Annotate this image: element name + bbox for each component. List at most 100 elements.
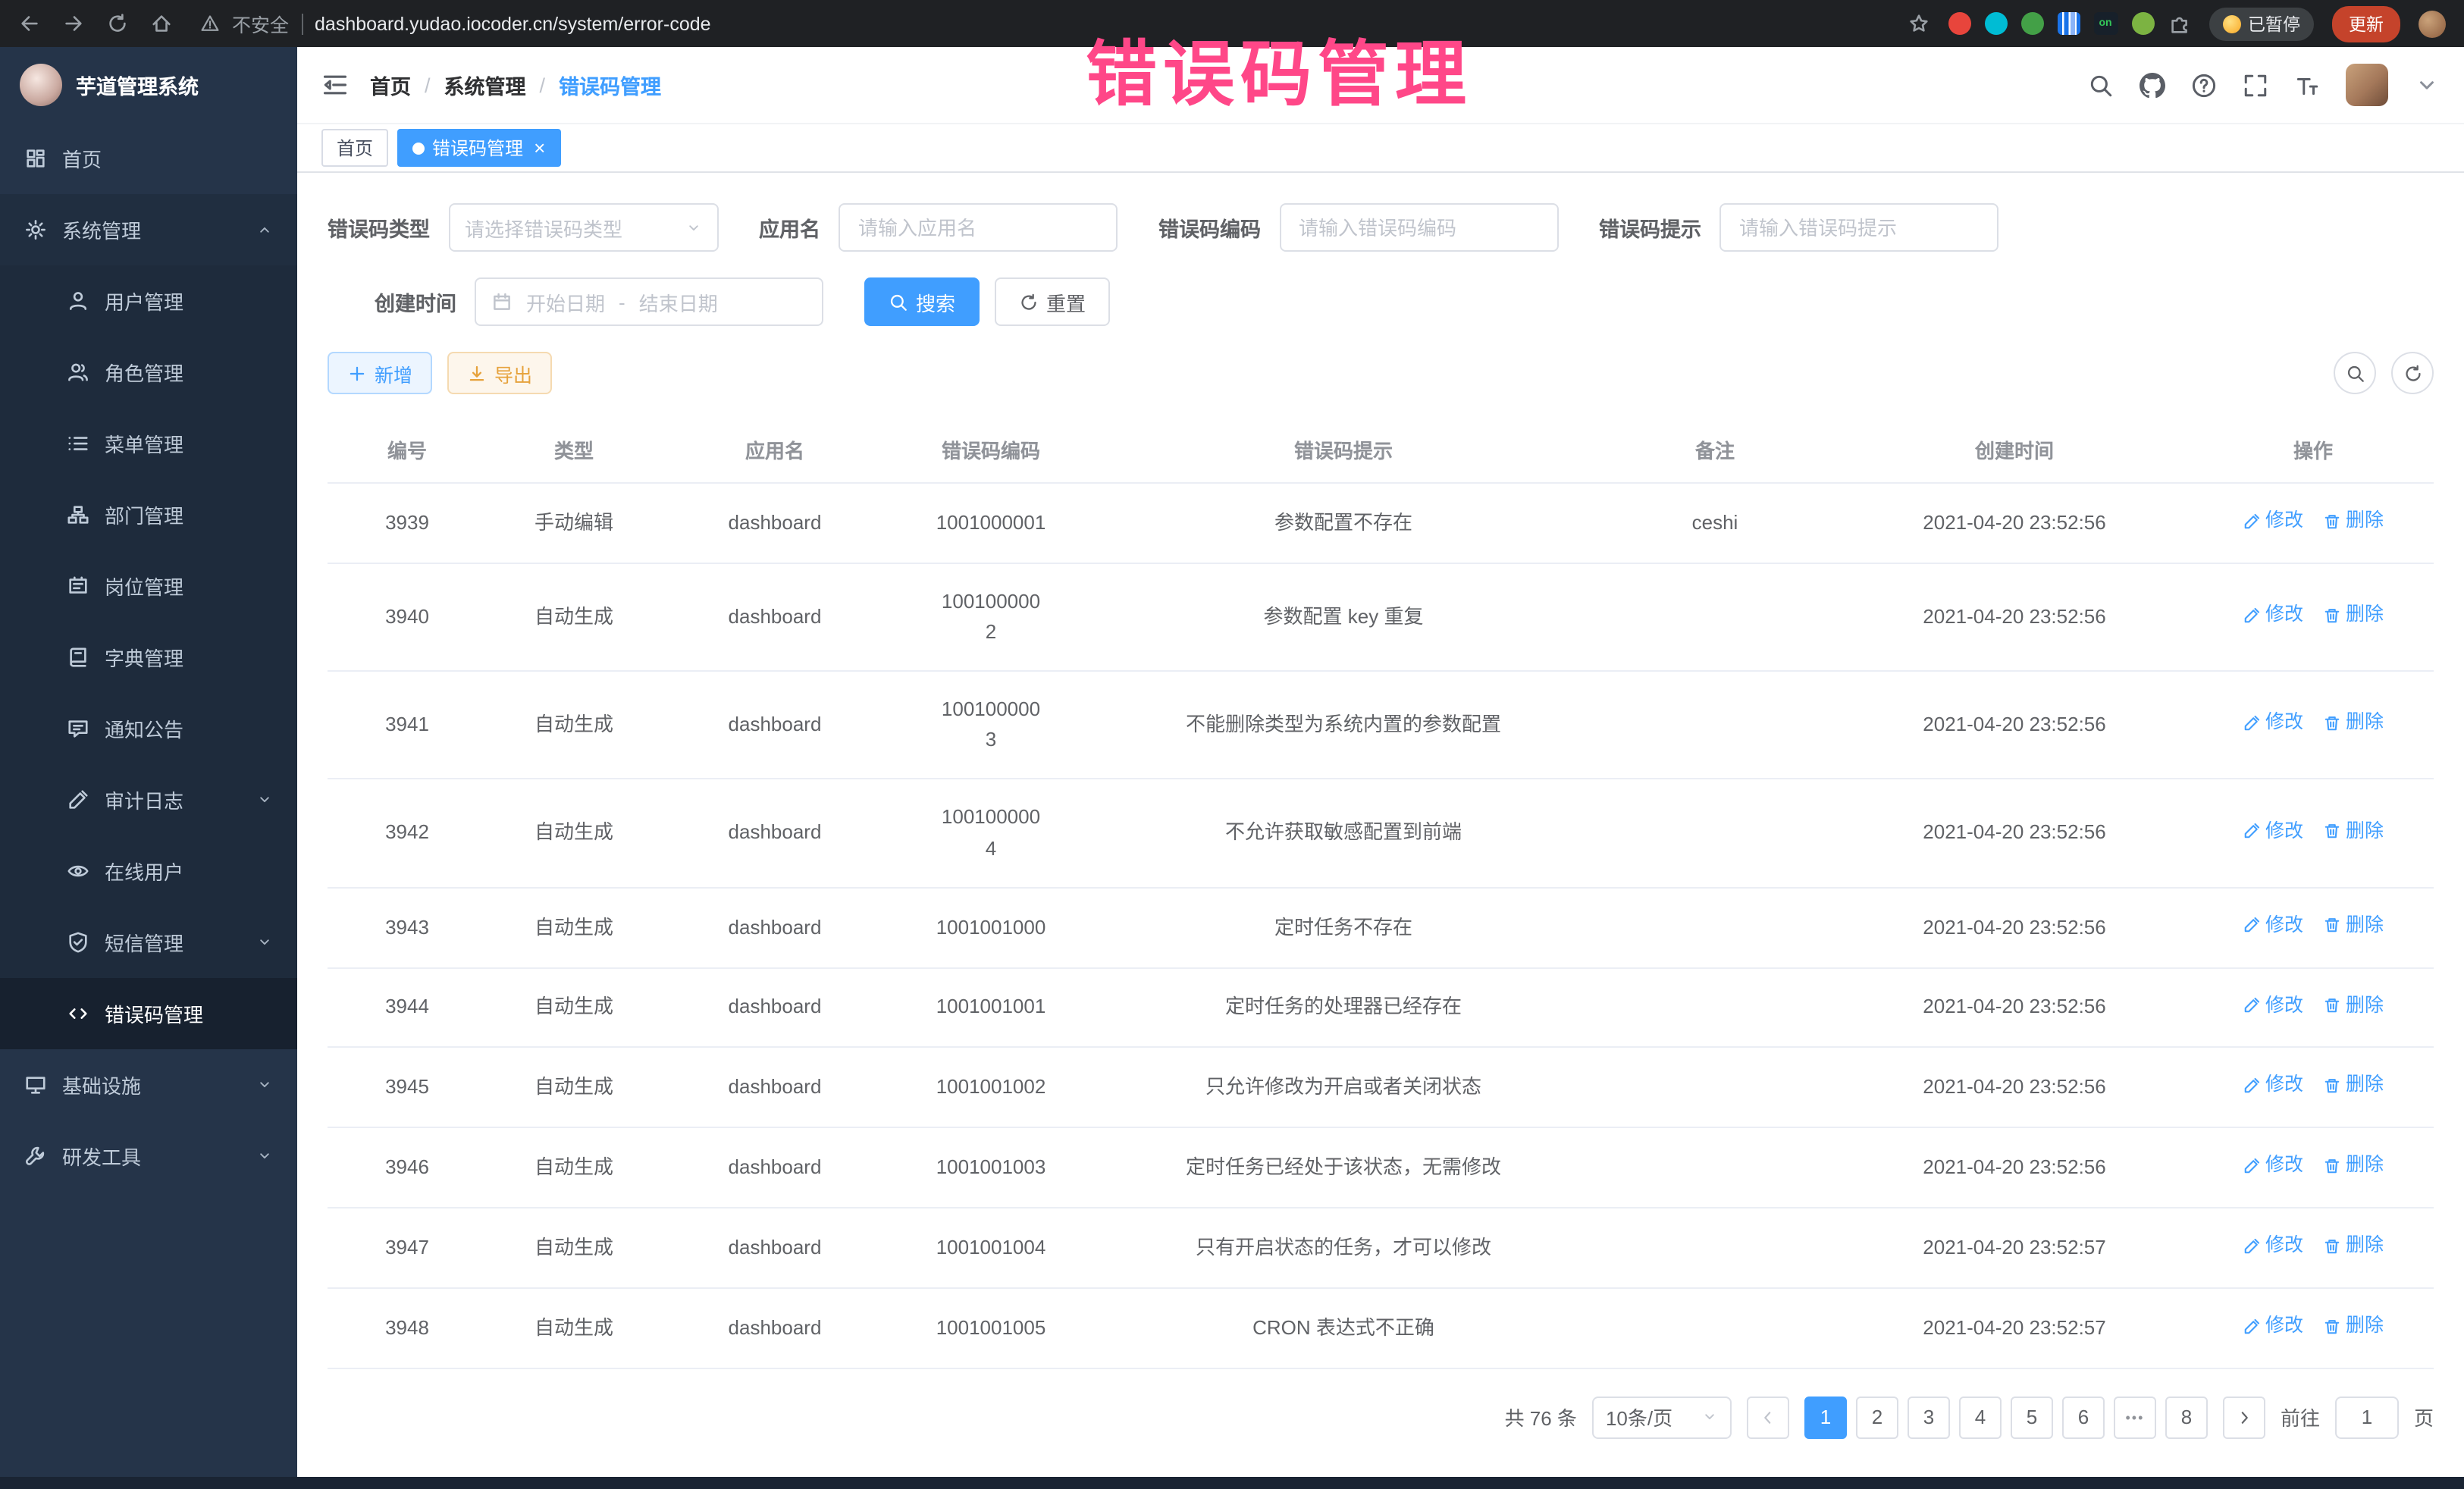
puzzle-icon[interactable] [2168,12,2190,35]
app-name-label: 应用名 [759,212,820,243]
close-icon[interactable]: × [534,138,545,158]
page-number-button[interactable]: 8 [2165,1396,2208,1438]
page-size-select[interactable]: 10条/页 [1592,1396,1732,1438]
sidebar-item[interactable]: 岗位管理 [0,550,297,622]
error-msg-input[interactable] [1719,203,1998,252]
font-size-icon[interactable] [2294,72,2320,98]
breadcrumb-item[interactable]: 系统管理 [444,70,526,100]
reset-button[interactable]: 重置 [995,277,1110,326]
cell-app: dashboard [661,1288,889,1368]
extension-icon-red[interactable] [1948,12,1970,35]
search-icon[interactable] [2088,72,2114,98]
cell-time: 2021-04-20 23:52:57 [1836,1208,2193,1288]
app-name-input[interactable] [839,203,1118,252]
sidebar-item[interactable]: 角色管理 [0,337,297,408]
delete-button[interactable]: 删除 [2323,506,2384,536]
caret-down-icon[interactable] [2414,72,2440,98]
error-type-select[interactable]: 请选择错误码类型 [448,203,718,252]
edit-button[interactable]: 修改 [2243,1071,2303,1101]
toggle-search-button[interactable] [2334,352,2376,394]
question-icon[interactable] [2191,72,2217,98]
page-number-button[interactable]: 2 [1856,1396,1898,1438]
prev-page-button[interactable] [1747,1396,1789,1438]
extension-icon-bars[interactable] [2057,12,2080,35]
edit-button[interactable]: 修改 [2243,1312,2303,1341]
cell-id: 3940 [328,563,487,672]
page-number-button[interactable]: 1 [1804,1396,1847,1438]
logo-row[interactable]: 芋道管理系统 [0,47,297,123]
fullscreen-icon[interactable] [2243,72,2268,98]
toolbar-right [2334,352,2434,394]
sidebar-item[interactable]: 错误码管理 [0,978,297,1049]
sidebar-item[interactable]: 研发工具 [0,1121,297,1192]
page-tab[interactable]: 错误码管理× [397,129,560,167]
sidebar-item[interactable]: 字典管理 [0,622,297,693]
sidebar-item[interactable]: 短信管理 [0,907,297,978]
search-button[interactable]: 搜索 [864,277,980,326]
edit-button[interactable]: 修改 [2243,600,2303,630]
paused-badge[interactable]: 已暂停 [2209,7,2314,40]
home-icon[interactable] [150,12,173,35]
goto-page-input[interactable] [2335,1396,2399,1438]
user-avatar[interactable] [2346,64,2388,106]
delete-button-label: 删除 [2346,1151,2384,1180]
error-code-input[interactable] [1279,203,1558,252]
page-number-button[interactable]: 4 [1959,1396,2002,1438]
edit-button[interactable]: 修改 [2243,1151,2303,1180]
extension-icon-teal[interactable] [1984,12,2007,35]
update-button[interactable]: 更新 [2332,5,2400,42]
sidebar-item[interactable]: 部门管理 [0,479,297,550]
fold-icon[interactable] [321,71,349,99]
edit-button[interactable]: 修改 [2243,817,2303,846]
delete-button-label: 删除 [2346,600,2384,630]
browser-profile-avatar[interactable] [2419,10,2446,37]
delete-button[interactable]: 删除 [2323,991,2384,1020]
date-range-picker[interactable]: 开始日期 - 结束日期 [475,277,823,326]
cell-actions: 修改删除 [2193,1288,2434,1368]
edit-icon [2243,606,2261,624]
sidebar-item[interactable]: 首页 [0,123,297,194]
sidebar-item[interactable]: 用户管理 [0,265,297,337]
back-icon[interactable] [18,12,41,35]
sidebar-item[interactable]: 基础设施 [0,1049,297,1121]
page-tab[interactable]: 首页 [321,129,388,167]
sidebar-item[interactable]: 菜单管理 [0,408,297,479]
reload-icon[interactable] [106,12,129,35]
delete-button[interactable]: 删除 [2323,1231,2384,1261]
star-icon[interactable] [1907,12,1930,35]
edit-button[interactable]: 修改 [2243,709,2303,738]
pager-more[interactable]: ••• [2114,1396,2156,1438]
address-bar[interactable]: 不安全 dashboard.yudao.iocoder.cn/system/er… [191,9,1930,38]
delete-button[interactable]: 删除 [2323,600,2384,630]
dict-book-icon [67,646,89,669]
delete-button[interactable]: 删除 [2323,1312,2384,1341]
refresh-table-button[interactable] [2391,352,2434,394]
sidebar-item[interactable]: 通知公告 [0,693,297,764]
edit-button[interactable]: 修改 [2243,911,2303,940]
github-icon[interactable] [2140,72,2165,98]
page-number-button[interactable]: 6 [2062,1396,2105,1438]
next-page-button[interactable] [2223,1396,2265,1438]
sidebar-item[interactable]: 在线用户 [0,835,297,907]
export-button[interactable]: 导出 [447,352,552,394]
cell-time: 2021-04-20 23:52:56 [1836,967,2193,1048]
extension-icon-on[interactable]: on [2093,12,2118,35]
delete-button[interactable]: 删除 [2323,709,2384,738]
edit-button[interactable]: 修改 [2243,991,2303,1020]
forward-icon[interactable] [62,12,85,35]
page-number-button[interactable]: 3 [1908,1396,1950,1438]
breadcrumb-item[interactable]: 首页 [370,70,411,100]
sidebar-item[interactable]: 审计日志 [0,764,297,835]
delete-button[interactable]: 删除 [2323,1151,2384,1180]
extension-icon-leaf[interactable] [2131,12,2154,35]
add-button[interactable]: 新增 [328,352,432,394]
edit-button[interactable]: 修改 [2243,1231,2303,1261]
extension-icon-green[interactable] [2020,12,2043,35]
delete-button[interactable]: 删除 [2323,817,2384,846]
delete-button[interactable]: 删除 [2323,911,2384,940]
delete-button[interactable]: 删除 [2323,1071,2384,1101]
edit-button[interactable]: 修改 [2243,506,2303,536]
page-number-button[interactable]: 5 [2011,1396,2053,1438]
sidebar-item[interactable]: 系统管理 [0,194,297,265]
refresh-icon [2403,363,2422,383]
